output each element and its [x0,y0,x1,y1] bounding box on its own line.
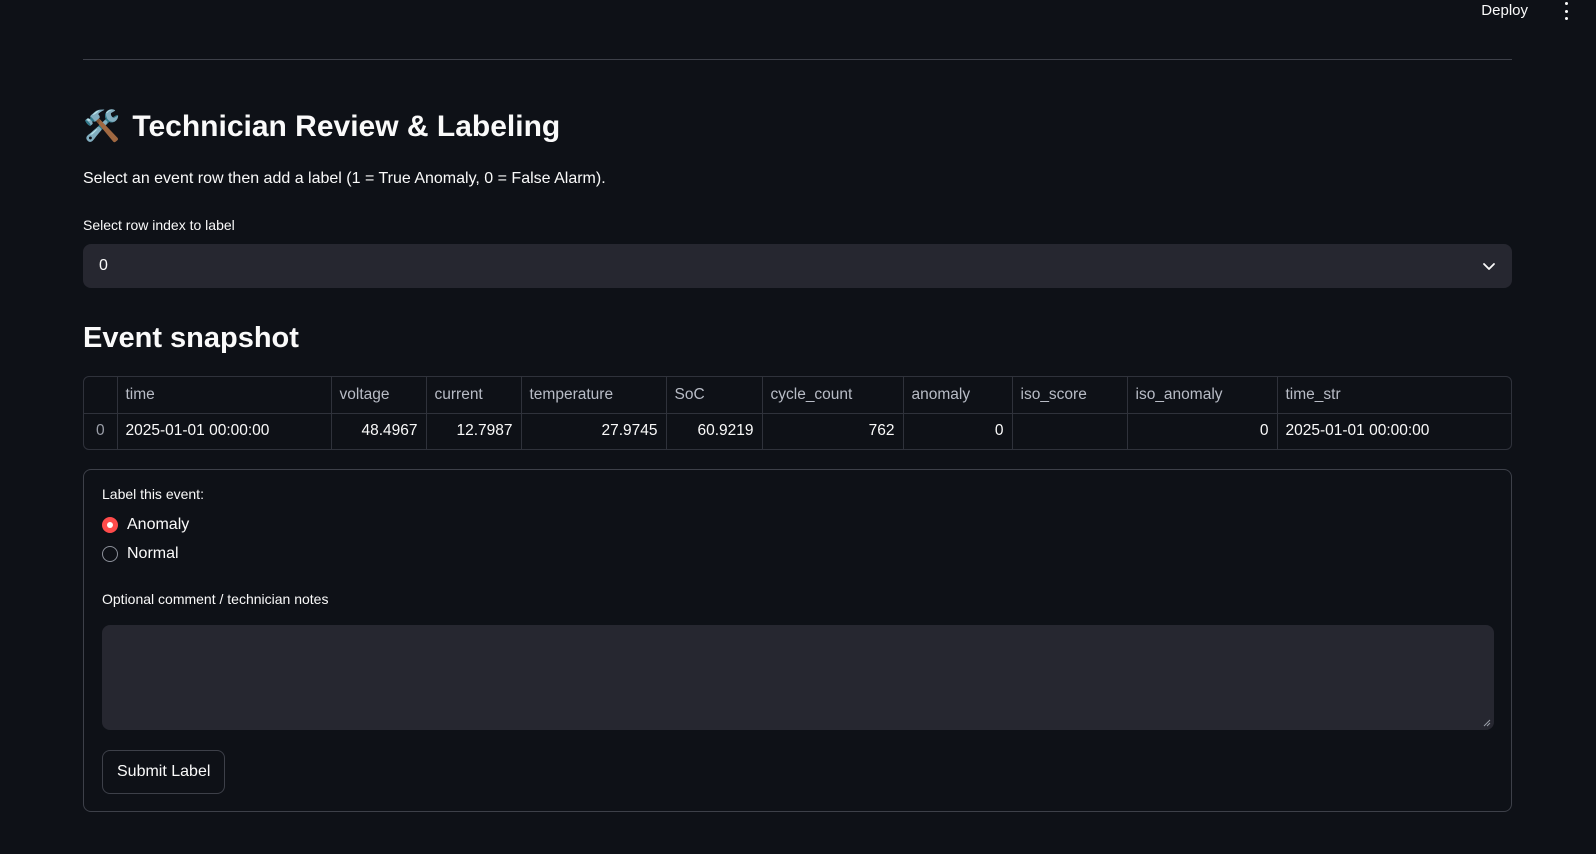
event-snapshot-heading: Event snapshot [83,322,299,354]
row-index-cell: 0 [84,413,118,449]
table-row[interactable]: 0 2025-01-01 00:00:00 48.4967 12.7987 27… [84,413,1511,449]
chevron-down-icon [1483,263,1495,270]
soc-cell[interactable]: 60.9219 [666,413,763,449]
column-header[interactable]: time [117,377,332,414]
menu-dot [1564,2,1568,5]
cycle-count-cell[interactable]: 762 [762,413,904,449]
radio-unselected-icon[interactable] [102,546,118,562]
column-header[interactable]: temperature [521,377,667,414]
column-header[interactable]: iso_score [1012,377,1128,414]
label-prompt: Label this event: [102,486,204,502]
column-header[interactable]: iso_anomaly [1127,377,1278,414]
resize-grip-icon[interactable] [1483,719,1491,727]
event-snapshot-table[interactable]: time voltage current temperature SoC cyc… [83,376,1512,450]
radio-option-normal[interactable]: Normal [102,545,179,563]
app-header: Deploy [0,0,1596,22]
iso-anomaly-cell[interactable]: 0 [1127,413,1278,449]
radio-label-normal: Normal [127,545,179,562]
table-header-row: time voltage current temperature SoC cyc… [84,377,1511,414]
column-header[interactable]: time_str [1277,377,1511,414]
notes-label: Optional comment / technician notes [102,591,329,607]
divider [83,59,1512,60]
column-header[interactable]: voltage [331,377,427,414]
instructions-text: Select an event row then add a label (1 … [83,170,606,187]
row-index-select[interactable]: 0 [83,244,1512,288]
current-cell[interactable]: 12.7987 [426,413,522,449]
column-header[interactable]: anomaly [903,377,1013,414]
menu-dot [1564,9,1568,13]
kebab-menu-icon[interactable] [1560,2,1572,20]
technician-notes-textarea[interactable] [102,625,1494,730]
page-title-text: Technician Review & Labeling [132,110,561,143]
column-header [84,377,118,414]
radio-option-anomaly[interactable]: Anomaly [102,516,189,534]
anomaly-cell[interactable]: 0 [903,413,1013,449]
label-form: Label this event: Anomaly Normal Optiona… [83,469,1512,812]
row-select-label: Select row index to label [83,217,235,233]
column-header[interactable]: SoC [666,377,763,414]
temperature-cell[interactable]: 27.9745 [521,413,667,449]
voltage-cell[interactable]: 48.4967 [331,413,427,449]
column-header[interactable]: current [426,377,522,414]
submit-label-button[interactable]: Submit Label [102,750,226,794]
iso-score-cell[interactable] [1012,413,1128,449]
deploy-button[interactable]: Deploy [1481,1,1528,21]
row-select-value: 0 [99,257,108,274]
time-str-cell[interactable]: 2025-01-01 00:00:00 [1277,413,1511,449]
radio-selected-icon[interactable] [102,517,118,533]
hammer-and-wrench-icon: 🛠️ [83,110,121,143]
column-header[interactable]: cycle_count [762,377,904,414]
page-title: 🛠️ Technician Review & Labeling [83,110,560,144]
time-cell[interactable]: 2025-01-01 00:00:00 [117,413,332,449]
menu-dot [1564,17,1568,20]
radio-label-anomaly: Anomaly [127,516,190,533]
